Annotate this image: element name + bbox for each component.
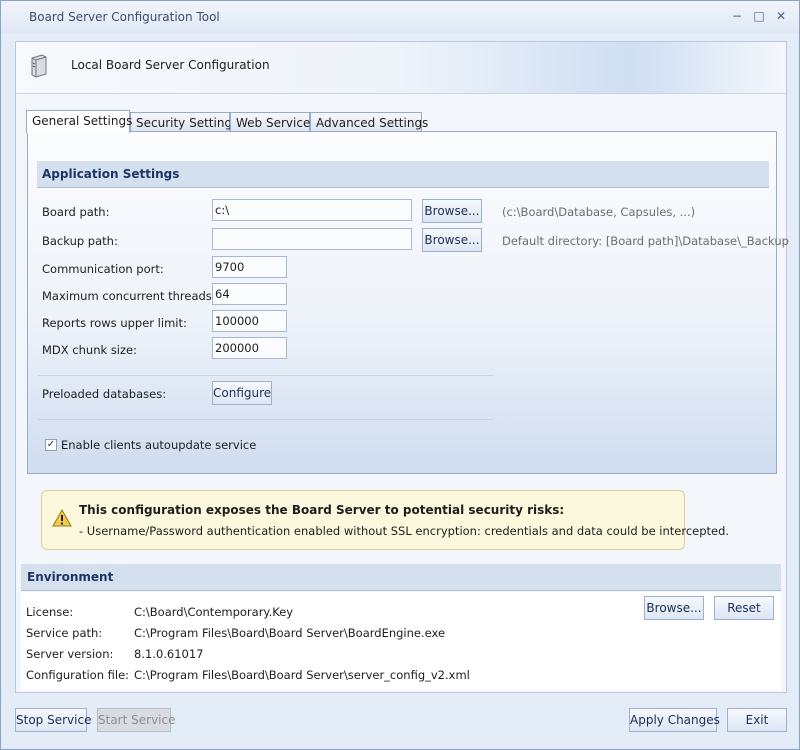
max-threads-label: Maximum concurrent threads: (42, 289, 216, 303)
backup-path-browse-button[interactable]: Browse... (422, 228, 482, 252)
configure-button[interactable]: Configure (212, 381, 272, 405)
window-title: Board Server Configuration Tool (29, 10, 220, 24)
board-path-browse-button[interactable]: Browse... (422, 199, 482, 223)
service-path-label: Service path: (26, 626, 103, 640)
max-threads-input[interactable]: 64 (212, 283, 287, 305)
backup-path-label: Backup path: (42, 234, 118, 248)
service-path-value: C:\Program Files\Board\Board Server\Boar… (134, 626, 446, 640)
license-label: License: (26, 605, 74, 619)
maximize-button[interactable]: □ (749, 7, 769, 25)
main-window: Board Server Configuration Tool − □ ✕ Lo… (0, 0, 800, 750)
communication-port-label: Communication port: (42, 262, 164, 276)
exit-button[interactable]: Exit (727, 708, 787, 732)
autoupdate-checkbox[interactable]: ✓ (45, 439, 57, 451)
title-bar: Board Server Configuration Tool − □ ✕ (1, 1, 799, 33)
backup-path-hint: Default directory: [Board path]\Database… (502, 234, 789, 248)
tab-general-settings[interactable]: General Settings (26, 110, 132, 133)
preloaded-databases-label: Preloaded databases: (42, 387, 167, 401)
board-path-hint: (c:\Board\Database, Capsules, ...) (502, 205, 696, 219)
separator (38, 375, 493, 376)
license-value: C:\Board\Contemporary.Key (134, 605, 294, 619)
reports-rows-input[interactable]: 100000 (212, 310, 287, 332)
reset-button[interactable]: Reset (714, 596, 774, 620)
backup-path-input[interactable] (212, 228, 412, 250)
client-area: Local Board Server Configuration General… (15, 41, 789, 693)
close-button[interactable]: ✕ (771, 7, 791, 25)
header-title: Local Board Server Configuration (71, 58, 270, 72)
mdx-chunk-label: MDX chunk size: (42, 343, 137, 357)
header-band: Local Board Server Configuration (16, 42, 786, 94)
warning-detail: - Username/Password authentication enabl… (79, 524, 730, 538)
separator (38, 419, 493, 420)
configuration-file-value: C:\Program Files\Board\Board Server\serv… (134, 668, 470, 682)
start-service-button[interactable]: Start Service (97, 708, 175, 732)
minimize-button[interactable]: − (727, 7, 747, 25)
server-version-label: Server version: (26, 647, 114, 661)
license-browse-button[interactable]: Browse... (644, 596, 704, 620)
server-version-value: 8.1.0.61017 (134, 647, 204, 661)
environment-panel: License: C:\Board\Contemporary.Key Servi… (21, 592, 781, 690)
tab-advanced-settings[interactable]: Advanced Settings (310, 112, 428, 132)
tab-web-service[interactable]: Web Service (230, 112, 310, 132)
board-path-label: Board path: (42, 205, 110, 219)
server-icon (31, 54, 47, 78)
warning-title: This configuration exposes the Board Ser… (79, 503, 565, 517)
tab-security-settings[interactable]: Security Settings (130, 112, 238, 132)
configuration-file-label: Configuration file: (26, 668, 130, 682)
application-settings-header: Application Settings (37, 161, 769, 188)
general-settings-panel: Application Settings Board path: c:\ Bro… (27, 131, 789, 474)
apply-changes-button[interactable]: Apply Changes (629, 708, 720, 732)
mdx-chunk-input[interactable]: 200000 (212, 337, 287, 359)
security-warning: This configuration exposes the Board Ser… (41, 490, 729, 550)
reports-rows-label: Reports rows upper limit: (42, 316, 187, 330)
board-path-input[interactable]: c:\ (212, 199, 412, 221)
environment-header: Environment (21, 564, 781, 591)
warning-icon (52, 509, 72, 527)
autoupdate-label: Enable clients autoupdate service (61, 438, 257, 452)
communication-port-input[interactable]: 9700 (212, 256, 287, 278)
stop-service-button[interactable]: Stop Service (15, 708, 91, 732)
